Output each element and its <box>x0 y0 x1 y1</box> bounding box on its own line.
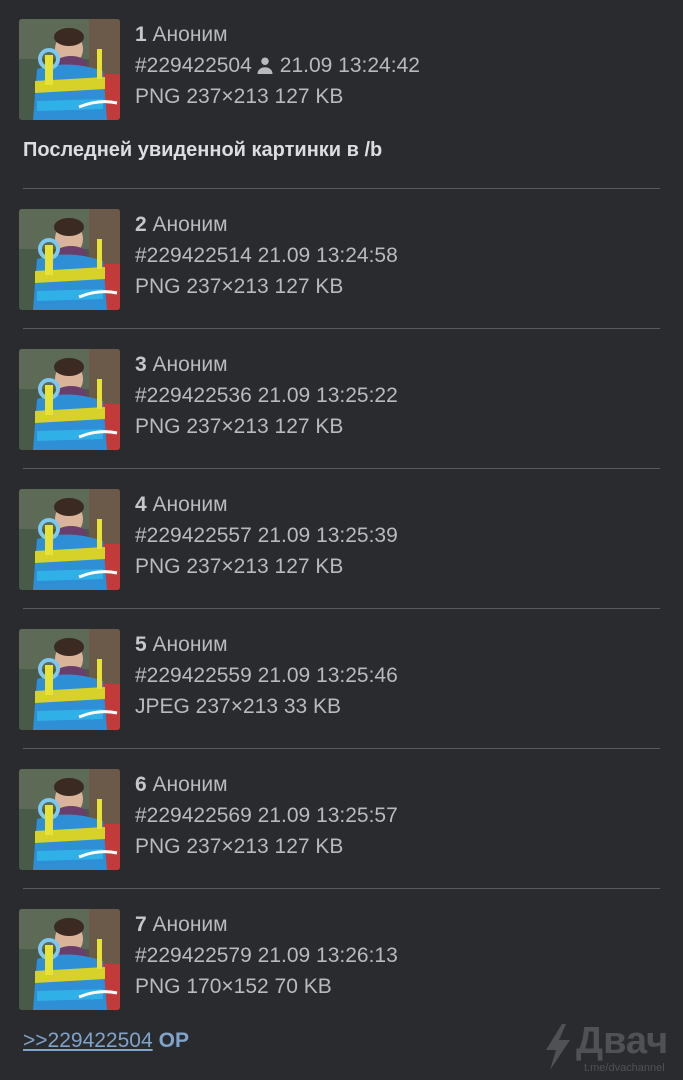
thumbnail-image <box>19 769 120 870</box>
post-number: 7 <box>135 913 147 936</box>
reply-reference: >>229422504 OP <box>23 1029 189 1053</box>
poster-name: Аноним <box>152 633 228 656</box>
post-number: 6 <box>135 773 147 796</box>
post-date: 21.09 13:24:42 <box>279 54 420 77</box>
post-number: 4 <box>135 493 147 516</box>
post-id[interactable]: #229422514 <box>135 244 252 267</box>
post-number: 1 <box>135 23 147 46</box>
post-meta: 2 Аноним #229422514 21.09 13:24:58 PNG 2… <box>135 209 398 302</box>
post-meta: 5 Аноним #229422559 21.09 13:25:46 JPEG … <box>135 629 398 722</box>
post-id[interactable]: #229422569 <box>135 804 252 827</box>
poster-name: Аноним <box>152 493 228 516</box>
thumbnail-image <box>19 909 120 1010</box>
post-id[interactable]: #229422536 <box>135 384 252 407</box>
divider <box>23 468 660 469</box>
divider <box>23 748 660 749</box>
post-meta: 6 Аноним #229422569 21.09 13:25:57 PNG 2… <box>135 769 398 862</box>
post-number: 3 <box>135 353 147 376</box>
thumbnail-image <box>19 629 120 730</box>
post-date: 21.09 13:25:22 <box>257 384 398 407</box>
post-meta: 4 Аноним #229422557 21.09 13:25:39 PNG 2… <box>135 489 398 582</box>
lightning-icon <box>546 1024 570 1070</box>
thumbnail-image <box>19 19 120 120</box>
reply-link[interactable]: >>229422504 <box>23 1029 153 1052</box>
divider <box>23 188 660 189</box>
divider <box>23 888 660 889</box>
post-date: 21.09 13:25:46 <box>257 664 398 687</box>
file-info: PNG 237×213 127 KB <box>135 415 344 438</box>
post-id[interactable]: #229422559 <box>135 664 252 687</box>
post-number: 2 <box>135 213 147 236</box>
post-thumbnail[interactable] <box>19 19 120 120</box>
poster-name: Аноним <box>152 213 228 236</box>
post-thumbnail[interactable] <box>19 629 120 730</box>
post-thumbnail[interactable] <box>19 209 120 310</box>
watermark-title: Двач <box>576 1020 669 1062</box>
thumbnail-image <box>19 209 120 310</box>
post-id[interactable]: #229422504 <box>135 54 252 77</box>
poster-name: Аноним <box>152 353 228 376</box>
post-id[interactable]: #229422557 <box>135 524 252 547</box>
post-meta: 3 Аноним #229422536 21.09 13:25:22 PNG 2… <box>135 349 398 442</box>
person-icon <box>257 57 273 74</box>
post-date: 21.09 13:24:58 <box>257 244 398 267</box>
post-date: 21.09 13:26:13 <box>257 944 398 967</box>
file-info: PNG 237×213 127 KB <box>135 275 344 298</box>
post-thumbnail[interactable] <box>19 489 120 590</box>
thumbnail-image <box>19 349 120 450</box>
op-label: OP <box>158 1029 189 1052</box>
post-number: 5 <box>135 633 147 656</box>
watermark: Двач t.me/dvachannel <box>542 1020 677 1076</box>
post-date: 21.09 13:25:39 <box>257 524 398 547</box>
post-date: 21.09 13:25:57 <box>257 804 398 827</box>
poster-name: Аноним <box>152 913 228 936</box>
poster-name: Аноним <box>152 23 228 46</box>
poster-name: Аноним <box>152 773 228 796</box>
thumbnail-image <box>19 489 120 590</box>
post-id[interactable]: #229422579 <box>135 944 252 967</box>
file-info: PNG 237×213 127 KB <box>135 835 344 858</box>
watermark-subtitle: t.me/dvachannel <box>584 1062 665 1074</box>
post-thumbnail[interactable] <box>19 349 120 450</box>
post-meta: 1 Аноним #229422504 21.09 13:24:42 PNG 23… <box>135 19 420 112</box>
file-info: PNG 237×213 127 KB <box>135 555 344 578</box>
post-thumbnail[interactable] <box>19 769 120 870</box>
post-meta: 7 Аноним #229422579 21.09 13:26:13 PNG 1… <box>135 909 398 1002</box>
file-info: JPEG 237×213 33 KB <box>135 695 342 718</box>
divider <box>23 608 660 609</box>
post-thumbnail[interactable] <box>19 909 120 1010</box>
file-info: PNG 237×213 127 KB <box>135 85 344 108</box>
file-info: PNG 170×152 70 KB <box>135 975 332 998</box>
divider <box>23 328 660 329</box>
post-comment: Последней увиденной картинки в /b <box>23 139 383 161</box>
